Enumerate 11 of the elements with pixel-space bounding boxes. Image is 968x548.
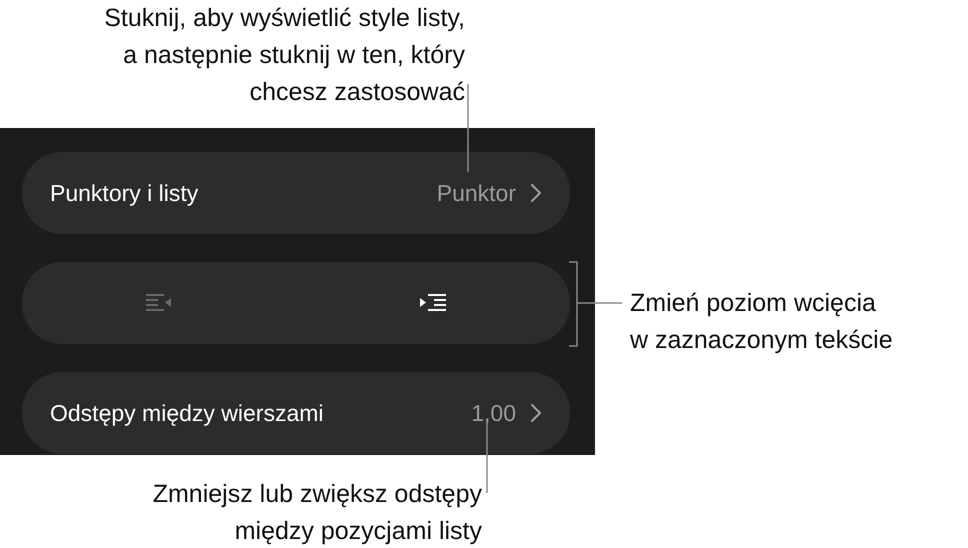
callout-text: Zmniejsz lub zwiększ odstępy między pozycjami listy <box>152 479 482 547</box>
settings-row[interactable]: Odstępy między wierszami 1,00 <box>22 372 570 454</box>
row-value: Punktor <box>436 180 516 206</box>
chevron-icon <box>530 403 542 423</box>
row-label: Odstępy między wierszami <box>50 400 325 426</box>
row-label: Punktory i listy <box>50 180 200 206</box>
chevron-icon <box>530 183 542 203</box>
settings-row[interactable]: Punktory i listy Punktor <box>22 152 570 234</box>
callout-text: Stuknij, aby wyświetlić style listy, a następnie stuknij w ten, który chcesz zastosować <box>104 3 465 108</box>
row-value: 1,00 <box>471 400 516 426</box>
callout-text: Zmień poziom wcięcia w zaznaczonym tekście <box>630 288 893 356</box>
